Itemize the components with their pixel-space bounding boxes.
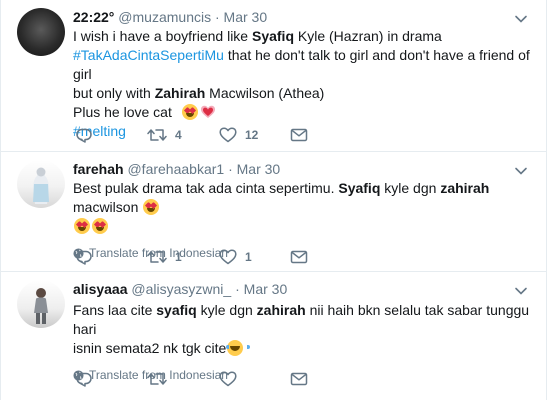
reply-button[interactable] [75,370,101,388]
retweet-icon [147,373,167,385]
text-segment: but only with [73,85,155,101]
text-segment: I wish i have a boyfriend like [73,28,252,44]
heart-eyes-emoji-icon [143,199,160,215]
tweet-header: farehah @farehaabkar1 · Mar 30 [73,160,530,178]
direct-message-button[interactable] [290,126,316,144]
like-button[interactable] [219,370,245,388]
direct-message-button[interactable] [290,248,316,266]
separator: · [214,9,220,25]
text-segment: Macwilson (Athea) [205,85,325,101]
text-segment: Fans laa cite [73,302,157,318]
tweet[interactable]: alisyaaa @alisyasyzwni_ · Mar 30 Fans la… [1,272,546,400]
tweet-timestamp[interactable]: Mar 30 [237,161,281,177]
separator: · [228,161,233,177]
text-segment: kyle dgn [196,302,257,318]
retweet-count: 4 [175,128,182,142]
like-button[interactable]: 1 [219,248,252,266]
tears-of-joy-emoji-icon [226,340,251,356]
tweet-text: Fans laa cite syafiq kyle dgn zahirah ni… [73,301,530,358]
tweet-text: Best pulak drama tak ada cinta sepertimu… [73,179,530,236]
tweet[interactable]: 22:22° @muzamuncis · Mar 30 I wish i hav… [1,0,546,152]
reply-icon [76,250,92,265]
tweet-actions: 4 12 [73,126,373,144]
envelope-icon [290,372,308,386]
like-count: 12 [245,128,259,142]
heart-icon [219,249,237,265]
reply-button[interactable] [75,248,101,266]
direct-message-button[interactable] [290,370,316,388]
text-segment: isnin semata2 nk tgk cite [73,340,227,356]
envelope-icon [290,250,308,264]
user-fullname[interactable]: 22:22° [73,9,114,25]
user-handle[interactable]: @alisyasyzwni_ [131,281,231,297]
reply-button[interactable] [75,126,101,144]
reply-icon [76,372,92,387]
tweet-timestamp[interactable]: Mar 30 [224,9,268,25]
user-fullname[interactable]: alisyaaa [73,281,128,297]
like-count: 1 [245,250,252,264]
tweet-text: I wish i have a boyfriend like Syafiq Ky… [73,27,530,141]
retweet-button[interactable]: 1 [147,248,182,266]
hashtag-link[interactable]: #TakAdaCintaSepertiMu [73,47,224,63]
separator: · [235,281,240,297]
text-bold: Zahirah [154,85,206,101]
tweet-header: 22:22° @muzamuncis · Mar 30 [73,8,530,26]
text-bold: zahirah [256,302,306,318]
retweet-icon [147,129,167,141]
avatar[interactable] [17,280,65,328]
heart-eyes-emoji-icon [181,104,198,120]
reply-icon [76,128,92,143]
like-button[interactable]: 12 [219,126,258,144]
retweet-button[interactable]: 4 [147,126,182,144]
user-handle[interactable]: @muzamuncis [118,9,211,25]
text-segment: Kyle (Hazran) in drama [294,28,442,44]
user-fullname[interactable]: farehah [73,161,124,177]
avatar[interactable] [17,8,65,56]
text-bold: syafiq [156,302,197,318]
text-segment: kyle dgn [380,180,441,196]
heart-eyes-emoji-icon [92,218,108,234]
tweet-header: alisyaaa @alisyasyzwni_ · Mar 30 [73,280,530,298]
heart-eyes-emoji-icon [74,218,90,234]
text-segment: Best pulak drama tak ada cinta sepertimu… [73,180,339,196]
user-handle[interactable]: @farehaabkar1 [127,161,224,177]
text-bold: zahirah [440,180,490,196]
heart-icon [219,127,237,143]
retweet-button[interactable] [147,370,175,388]
tweet-actions: 1 1 [73,248,373,266]
tweet-timestamp[interactable]: Mar 30 [244,281,288,297]
tweet-actions [73,370,373,388]
tweet-feed: 22:22° @muzamuncis · Mar 30 I wish i hav… [0,0,547,400]
text-bold: Syafiq [251,28,294,44]
heart-icon [219,371,237,387]
text-segment: Plus he love cat [73,104,172,120]
beating-heart-emoji-icon [200,105,215,118]
text-segment: macwilson [73,199,139,215]
envelope-icon [290,128,308,142]
tweet[interactable]: farehah @farehaabkar1 · Mar 30 Best pula… [1,152,546,272]
avatar[interactable] [17,160,65,208]
text-bold: Syafiq [338,180,381,196]
retweet-icon [147,251,167,263]
retweet-count: 1 [175,250,182,264]
